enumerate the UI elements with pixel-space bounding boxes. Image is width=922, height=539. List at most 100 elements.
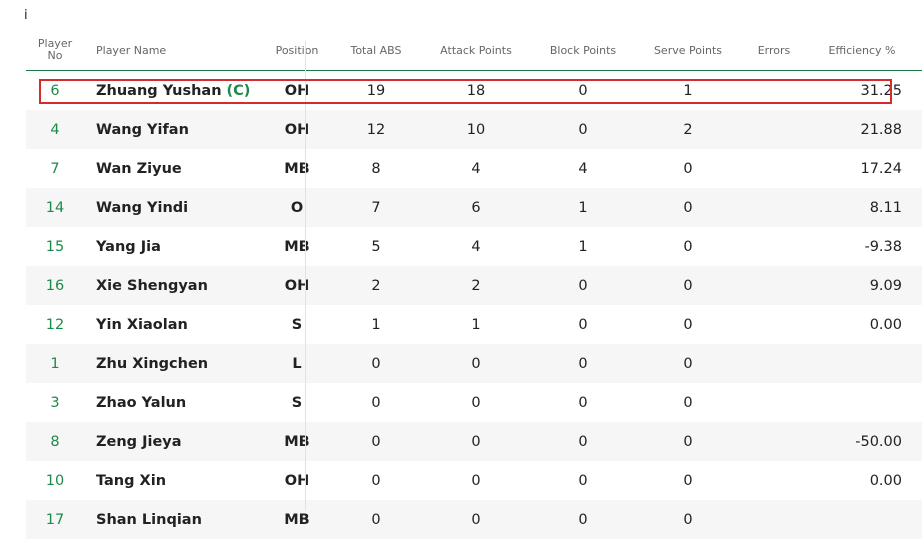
position-cell: OH — [284, 472, 310, 489]
total-abs-cell: 1 — [371, 316, 381, 333]
serve-points-cell: 0 — [683, 238, 693, 255]
block-points-cell: 0 — [578, 355, 588, 372]
attack-points-cell: 2 — [471, 277, 481, 294]
table-row[interactable]: 4 Wang Yifan OH 12 10 0 2 21.88 — [26, 110, 922, 149]
attack-points-cell: 10 — [466, 121, 486, 138]
player-name-text: Wang Yindi — [96, 199, 189, 216]
position-cell: MB — [284, 433, 310, 450]
table-row[interactable]: 7 Wan Ziyue MB 8 4 4 0 17.24 — [26, 149, 922, 188]
table-row[interactable]: 14 Wang Yindi O 7 6 1 0 8.11 — [26, 188, 922, 227]
block-points-cell: 0 — [578, 394, 588, 411]
col-errors[interactable]: Errors — [746, 30, 802, 70]
errors-cell — [746, 383, 802, 422]
total-abs-cell: 12 — [366, 121, 386, 138]
table-row[interactable]: 12 Yin Xiaolan S 1 1 0 0 0.00 — [26, 305, 922, 344]
block-points-cell: 0 — [578, 316, 588, 333]
player-no-cell: 14 — [45, 199, 65, 216]
player-name-cell: Zeng Jieya — [96, 422, 286, 461]
table-row[interactable]: 8 Zeng Jieya MB 0 0 0 0 -50.00 — [26, 422, 922, 461]
player-name-cell: Xie Shengyan — [96, 266, 286, 305]
block-points-cell: 4 — [578, 160, 588, 177]
player-name-cell: Tang Xin — [96, 461, 286, 500]
block-points-cell: 0 — [578, 433, 588, 450]
player-no-cell: 8 — [50, 433, 60, 450]
total-abs-cell: 8 — [371, 160, 381, 177]
player-no-cell: 1 — [50, 355, 60, 372]
row-highlight-box — [39, 79, 892, 104]
col-position[interactable]: Position — [266, 30, 328, 70]
total-abs-cell: 0 — [371, 394, 381, 411]
position-cell: MB — [284, 160, 310, 177]
col-block-points[interactable]: Block Points — [544, 30, 622, 70]
player-no-cell: 3 — [50, 394, 60, 411]
efficiency-cell: 0.00 — [869, 316, 902, 333]
player-name-cell: Wang Yindi — [96, 188, 286, 227]
efficiency-cell: 0.00 — [869, 472, 902, 489]
serve-points-cell: 0 — [683, 355, 693, 372]
col-attack-points[interactable]: Attack Points — [431, 30, 521, 70]
col-efficiency[interactable]: Efficiency % — [822, 30, 902, 70]
errors-cell — [746, 500, 802, 539]
table-row[interactable]: 17 Shan Linqian MB 0 0 0 0 — [26, 500, 922, 539]
attack-points-cell: 4 — [471, 238, 481, 255]
table-row[interactable]: 3 Zhao Yalun S 0 0 0 0 — [26, 383, 922, 422]
player-no-cell: 17 — [45, 511, 65, 528]
serve-points-cell: 0 — [683, 433, 693, 450]
player-name-text: Wan Ziyue — [96, 160, 182, 177]
errors-cell — [746, 227, 802, 266]
col-player-name[interactable]: Player Name — [96, 30, 286, 70]
col-serve-points[interactable]: Serve Points — [648, 30, 728, 70]
total-abs-cell: 0 — [371, 511, 381, 528]
col-player-no[interactable]: Player No — [26, 30, 84, 70]
total-abs-cell: 0 — [371, 472, 381, 489]
block-points-cell: 1 — [578, 238, 588, 255]
block-points-cell: 0 — [578, 472, 588, 489]
efficiency-cell: 8.11 — [869, 199, 902, 216]
position-cell: O — [290, 199, 304, 216]
player-name-cell: Yin Xiaolan — [96, 305, 286, 344]
attack-points-cell: 6 — [471, 199, 481, 216]
errors-cell — [746, 422, 802, 461]
player-no-cell: 7 — [50, 160, 60, 177]
serve-points-cell: 0 — [683, 511, 693, 528]
player-name-text: Zhu Xingchen — [96, 355, 209, 372]
total-abs-cell: 7 — [371, 199, 381, 216]
player-stats-table: Player No Player Name Position Total ABS… — [26, 30, 922, 539]
player-no-cell: 16 — [45, 277, 65, 294]
position-cell: MB — [284, 238, 310, 255]
errors-cell — [746, 305, 802, 344]
attack-points-cell: 1 — [471, 316, 481, 333]
serve-points-cell: 0 — [683, 160, 693, 177]
total-abs-cell: 5 — [371, 238, 381, 255]
attack-points-cell: 4 — [471, 160, 481, 177]
position-cell: L — [292, 355, 302, 372]
corner-marker: i — [24, 8, 28, 23]
col-total-abs[interactable]: Total ABS — [344, 30, 408, 70]
serve-points-cell: 0 — [683, 277, 693, 294]
table-header: Player No Player Name Position Total ABS… — [26, 30, 922, 71]
attack-points-cell: 0 — [471, 511, 481, 528]
player-name-cell: Yang Jia — [96, 227, 286, 266]
total-abs-cell: 0 — [371, 433, 381, 450]
efficiency-cell — [816, 383, 902, 422]
serve-points-cell: 2 — [683, 121, 693, 138]
serve-points-cell: 0 — [683, 394, 693, 411]
player-name-text: Xie Shengyan — [96, 277, 208, 294]
position-cell: OH — [284, 121, 310, 138]
position-cell: S — [291, 394, 303, 411]
serve-points-cell: 0 — [683, 472, 693, 489]
errors-cell — [746, 344, 802, 383]
table-body: 6 Zhuang Yushan (C) OH 19 18 0 1 31.25 4 Wang Yifa… — [26, 71, 922, 539]
errors-cell — [746, 110, 802, 149]
errors-cell — [746, 266, 802, 305]
block-points-cell: 0 — [578, 121, 588, 138]
player-name-text: Shan Linqian — [96, 511, 202, 528]
table-row[interactable]: 1 Zhu Xingchen L 0 0 0 0 — [26, 344, 922, 383]
player-name-cell: Zhu Xingchen — [96, 344, 286, 383]
table-row[interactable]: 15 Yang Jia MB 5 4 1 0 -9.38 — [26, 227, 922, 266]
efficiency-cell: 17.24 — [860, 160, 902, 177]
player-no-cell: 10 — [45, 472, 65, 489]
table-row[interactable]: 16 Xie Shengyan OH 2 2 0 0 9.09 — [26, 266, 922, 305]
table-row[interactable]: 10 Tang Xin OH 0 0 0 0 0.00 — [26, 461, 922, 500]
player-name-cell: Wan Ziyue — [96, 149, 286, 188]
